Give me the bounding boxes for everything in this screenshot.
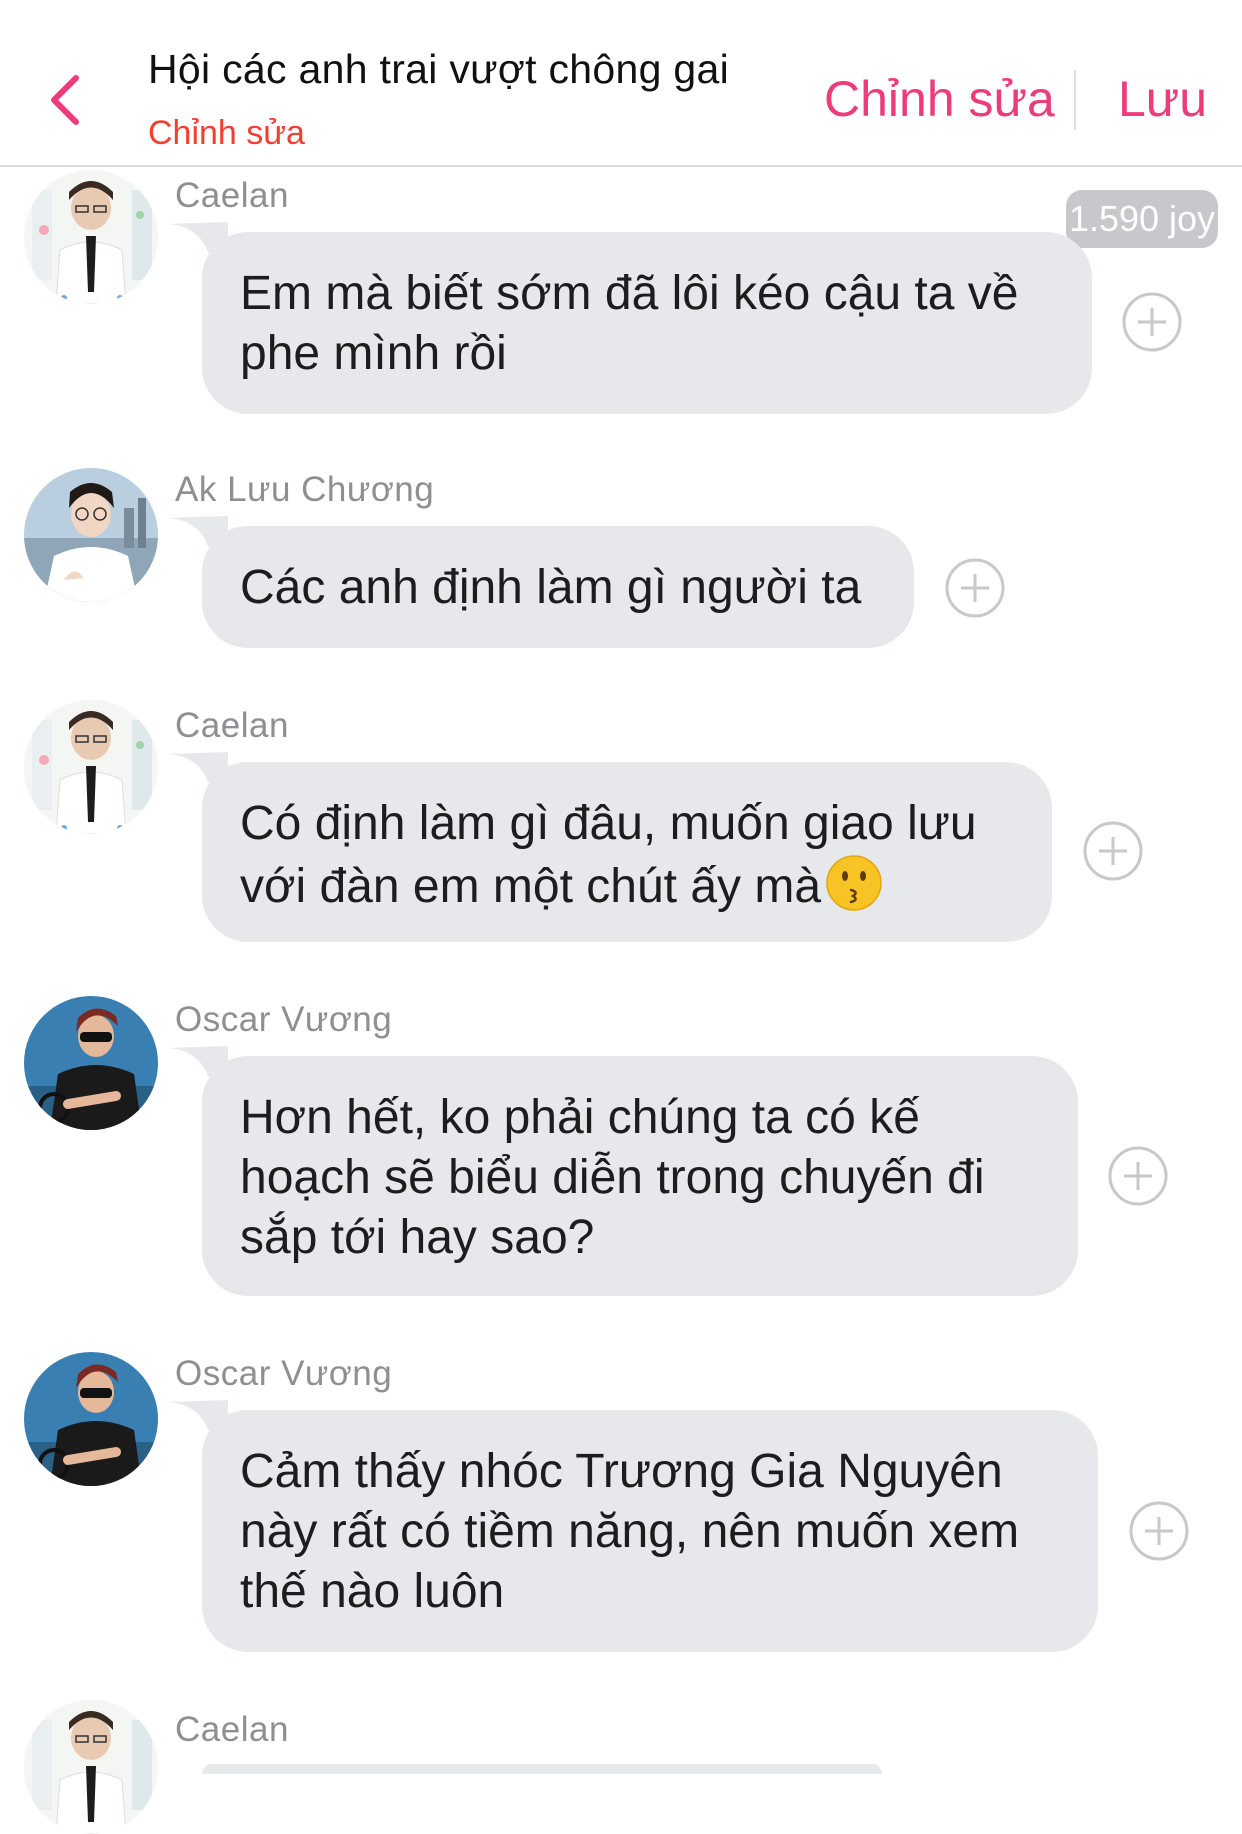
message-text: hoạch sẽ biểu diễn trong chuyến đi [240, 1151, 985, 1204]
message-bubble[interactable]: Các anh định làm gì người ta [202, 526, 914, 648]
message-text: Các anh định làm gì người ta [240, 561, 862, 614]
ak-avatar[interactable] [24, 468, 158, 602]
joy-badge: 1.590 joy [1066, 190, 1218, 248]
message-text: sắp tới hay sao? [240, 1211, 595, 1264]
sender-name: Oscar Vương [175, 1354, 393, 1393]
message-text: Em mà biết sớm đã lôi kéo cậu ta về [240, 267, 1019, 320]
message-text: Cảm thấy nhóc Trương Gia Nguyên [240, 1445, 1003, 1498]
add-reaction-icon[interactable] [945, 558, 1005, 618]
back-chevron-icon[interactable] [40, 70, 90, 130]
message-bubble[interactable]: Cảm thấy nhóc Trương Gia Nguyên này rất … [202, 1410, 1098, 1652]
save-button[interactable]: Lưu [1118, 70, 1207, 128]
add-reaction-icon[interactable] [1129, 1501, 1189, 1561]
caelan-avatar[interactable] [24, 170, 158, 304]
oscar-avatar[interactable] [24, 1352, 158, 1486]
message-text: thế nào luôn [240, 1565, 505, 1618]
message-text: này rất có tiềm năng, nên muốn xem [240, 1505, 1020, 1558]
chat-title: Hội các anh trai vượt chông gai [148, 46, 729, 92]
sender-name: Caelan [175, 176, 289, 215]
add-reaction-icon[interactable] [1108, 1146, 1168, 1206]
sender-name: Caelan [175, 1710, 289, 1749]
chat-header: Hội các anh trai vượt chông gai Chỉnh sử… [0, 0, 1242, 167]
message-bubble[interactable]: Hơn hết, ko phải chúng ta có kế hoạch sẽ… [202, 1056, 1078, 1296]
sender-name: Caelan [175, 706, 289, 745]
oscar-avatar[interactable] [24, 996, 158, 1130]
message-text-line: với đàn em một chút ấy mà [240, 854, 1014, 917]
sender-name: Ak Lưu Chương [175, 470, 435, 509]
edit-button[interactable]: Chỉnh sửa [824, 70, 1055, 128]
message-bubble[interactable]: Có định làm gì đâu, muốn giao lưu với đà… [202, 762, 1052, 942]
header-divider [1074, 70, 1076, 130]
kissing-face-emoji-icon [826, 855, 882, 911]
sender-name: Oscar Vương [175, 1000, 393, 1039]
message-text: với đàn em một chút ấy mà [240, 860, 822, 913]
message-bubble[interactable]: Em mà biết sớm đã lôi kéo cậu ta về phe … [202, 232, 1092, 414]
add-reaction-icon[interactable] [1083, 821, 1143, 881]
caelan-avatar[interactable] [24, 700, 158, 834]
message-bubble[interactable] [202, 1764, 882, 1774]
message-text: Hơn hết, ko phải chúng ta có kế [240, 1091, 920, 1144]
chat-subtitle: Chỉnh sửa [148, 114, 305, 152]
caelan-avatar[interactable] [24, 1700, 158, 1834]
message-text: phe mình rồi [240, 327, 507, 380]
message-text: Có định làm gì đâu, muốn giao lưu [240, 797, 977, 850]
add-reaction-icon[interactable] [1122, 292, 1182, 352]
